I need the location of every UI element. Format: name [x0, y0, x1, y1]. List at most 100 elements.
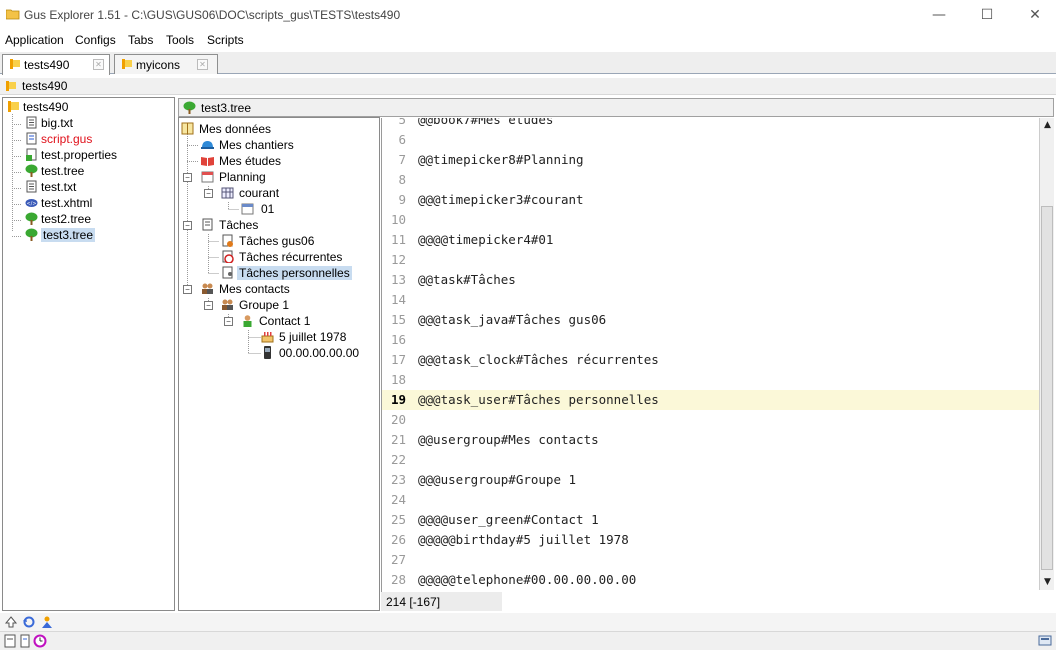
menu-application[interactable]: Application	[5, 33, 64, 47]
tab-close-icon[interactable]: ✕	[93, 59, 104, 70]
telephone-icon	[264, 346, 271, 359]
scroll-up-icon[interactable]: ▲	[1040, 118, 1055, 133]
status-bar	[0, 631, 1056, 650]
folder-icon	[10, 59, 20, 69]
editor-line[interactable]: 12	[382, 250, 1040, 270]
editor-line[interactable]: 24	[382, 490, 1040, 510]
editor-line[interactable]: 18	[382, 370, 1040, 390]
user-group-icon	[222, 299, 233, 310]
person-icon[interactable]	[40, 615, 54, 629]
minimize-button[interactable]: —	[924, 4, 954, 26]
file-tree-label: test2.tree	[41, 212, 92, 226]
editor-line[interactable]: 7 @@timepicker8#Planning	[382, 150, 1040, 170]
tab-strip: tests490 ✕ myicons ✕	[0, 52, 1056, 75]
line-number: 20	[390, 412, 406, 427]
text-file-icon	[26, 116, 37, 129]
outline-panel: Mes données Mes chantiers Mes études − P…	[178, 117, 380, 611]
line-text: @@@task_java#Tâches gus06	[418, 312, 607, 327]
task-user-icon	[222, 266, 233, 279]
monitor-icon[interactable]	[1038, 634, 1052, 648]
tree-icon	[183, 101, 196, 114]
line-text: @@@@user_green#Contact 1	[418, 512, 599, 527]
menu-tabs[interactable]: Tabs	[128, 33, 153, 47]
editor-line[interactable]: 5 @@book7#Mes études	[382, 118, 1040, 130]
helmet-icon	[201, 141, 214, 149]
close-button[interactable]: ✕	[1020, 4, 1050, 26]
outline-label: Mes contacts	[219, 282, 290, 296]
editor-line[interactable]: 20	[382, 410, 1040, 430]
editor-line[interactable]: 28 @@@@@telephone#00.00.00.00.00	[382, 570, 1040, 590]
menu-configs[interactable]: Configs	[75, 33, 116, 47]
line-text: @@@task_clock#Tâches récurrentes	[418, 352, 659, 367]
tab-tests490[interactable]: tests490 ✕	[2, 54, 110, 75]
line-number: 25	[390, 512, 406, 527]
clock-icon[interactable]	[33, 634, 47, 648]
refresh-icon[interactable]	[22, 615, 36, 629]
task-icon[interactable]	[3, 634, 17, 648]
editor-line[interactable]: 16	[382, 330, 1040, 350]
birthday-cake-icon	[261, 332, 274, 343]
collapse-icon[interactable]: −	[183, 173, 192, 182]
go-up-icon[interactable]	[4, 615, 18, 629]
code-editor[interactable]: 5 @@book7#Mes études 6 7 @@timepicker8#Plann…	[381, 118, 1040, 592]
editor-line[interactable]: 15 @@@task_java#Tâches gus06	[382, 310, 1040, 330]
editor-line[interactable]: 11 @@@@timepicker4#01	[382, 230, 1040, 250]
editor-line[interactable]: 17 @@@task_clock#Tâches récurrentes	[382, 350, 1040, 370]
editor-footer: 214 [-167]	[381, 592, 1054, 612]
line-number: 23	[390, 472, 406, 487]
maximize-button[interactable]: ☐	[972, 4, 1002, 26]
editor-line[interactable]: 22	[382, 450, 1040, 470]
tab-myicons[interactable]: myicons ✕	[114, 54, 218, 74]
editor-line[interactable]: 9 @@@timepicker3#courant	[382, 190, 1040, 210]
script-file-icon	[26, 132, 37, 145]
collapse-icon[interactable]: −	[204, 189, 213, 198]
line-number: 17	[390, 352, 406, 367]
editor-line[interactable]: 10	[382, 210, 1040, 230]
editor-line[interactable]: 26 @@@@@birthday#5 juillet 1978	[382, 530, 1040, 550]
editor-line[interactable]: 21 @@usergroup#Mes contacts	[382, 430, 1040, 450]
collapse-icon[interactable]: −	[204, 301, 213, 310]
outline-label: courant	[239, 186, 280, 200]
collapse-icon[interactable]: −	[183, 221, 192, 230]
outline-label: Tâches gus06	[239, 234, 315, 248]
line-number: 16	[390, 332, 406, 347]
collapse-icon[interactable]: −	[183, 285, 192, 294]
line-number: 19	[390, 392, 406, 407]
user-green-icon	[243, 315, 252, 327]
calendar-icon	[201, 171, 214, 183]
line-number: 6	[398, 132, 406, 147]
line-text: @@book7#Mes études	[418, 118, 554, 127]
outline-label: 00.00.00.00.00	[279, 346, 360, 360]
editor-line[interactable]: 13 @@task#Tâches	[382, 270, 1040, 290]
editor-scrollbar[interactable]: ▲ ▼	[1039, 118, 1054, 590]
menu-scripts[interactable]: Scripts	[207, 33, 244, 47]
document-icon[interactable]	[18, 634, 32, 648]
menu-tools[interactable]: Tools	[166, 33, 194, 47]
editor-line[interactable]: 25 @@@@user_green#Contact 1	[382, 510, 1040, 530]
editor-line[interactable]: 19 @@@task_user#Tâches personnelles	[382, 390, 1040, 410]
document-header: test3.tree	[178, 98, 1054, 117]
folder-icon	[6, 81, 16, 91]
outline-label: Mes études	[219, 154, 282, 168]
outline-label: Planning	[219, 170, 266, 184]
scrollbar-thumb[interactable]	[1041, 206, 1053, 570]
calendar-day-icon	[241, 203, 254, 215]
outline-label: Contact 1	[259, 314, 311, 328]
tab-close-icon[interactable]: ✕	[197, 59, 208, 70]
line-number: 12	[390, 252, 406, 267]
outline-label: Groupe 1	[239, 298, 290, 312]
title-bar: Gus Explorer 1.51 - C:\GUS\GUS06\DOC\scr…	[0, 0, 1056, 30]
editor-line[interactable]: 27	[382, 550, 1040, 570]
scroll-down-icon[interactable]: ▼	[1040, 575, 1055, 590]
outline-label: Tâches récurrentes	[239, 250, 343, 264]
collapse-icon[interactable]: −	[224, 317, 233, 326]
line-text: @@@@@birthday#5 juillet 1978	[418, 532, 629, 547]
cursor-position: 214 [-167]	[381, 592, 503, 611]
editor-line[interactable]: 6	[382, 130, 1040, 150]
line-number: 26	[390, 532, 406, 547]
line-number: 15	[390, 312, 406, 327]
line-number: 18	[390, 372, 406, 387]
editor-line[interactable]: 14	[382, 290, 1040, 310]
editor-line[interactable]: 23 @@@usergroup#Groupe 1	[382, 470, 1040, 490]
editor-line[interactable]: 8	[382, 170, 1040, 190]
